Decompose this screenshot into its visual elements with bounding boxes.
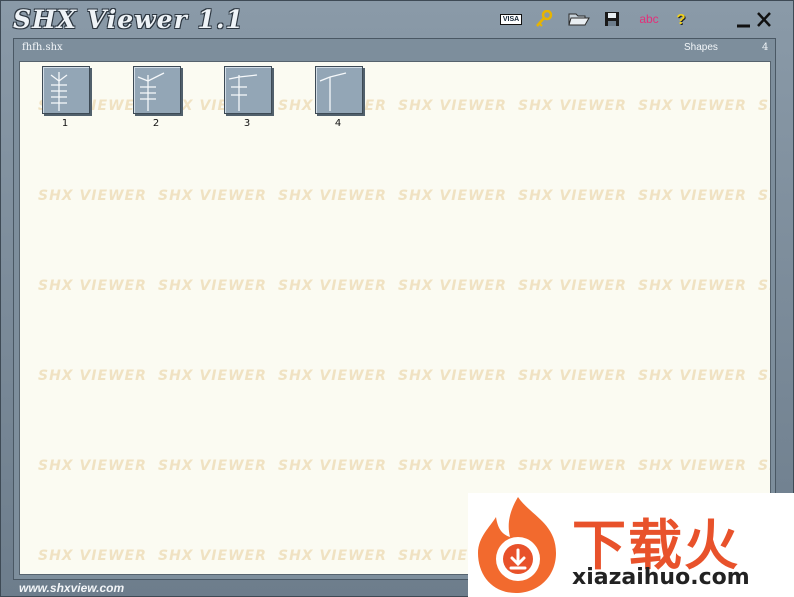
watermark-text: SHX VIEWER xyxy=(518,368,627,384)
minimize-button[interactable] xyxy=(735,9,753,29)
app-title: SHX Viewer 1.1 xyxy=(13,5,244,34)
watermark-text: SHX VIEWER xyxy=(38,188,147,204)
shape-thumbnail-3[interactable]: 3 xyxy=(224,66,274,130)
key-icon[interactable] xyxy=(533,9,555,29)
shape-number: 2 xyxy=(152,118,160,129)
watermark-text: SHX VIEWER xyxy=(518,458,627,474)
shapes-label: Shapes xyxy=(684,42,718,53)
watermark-text: SHX VIEWER xyxy=(758,98,770,114)
save-icon[interactable] xyxy=(601,9,623,29)
watermark-text: SHX VIEWER xyxy=(518,278,627,294)
watermark-text: SHX VIEWER xyxy=(278,458,387,474)
watermark-text: SHX VIEWER xyxy=(638,458,747,474)
shape-preview[interactable] xyxy=(224,66,272,114)
shape-number: 3 xyxy=(243,118,251,129)
help-icon[interactable]: ? xyxy=(671,9,691,29)
watermark-text: SHX VIEWER xyxy=(158,278,267,294)
watermark-text: SHX VIEWER xyxy=(758,368,770,384)
abc-icon-label: abc xyxy=(639,12,659,26)
shape-preview[interactable] xyxy=(133,66,181,114)
overlay-banner: 下载火 xiazaihuo.com xyxy=(468,493,794,597)
shape-preview[interactable] xyxy=(42,66,90,114)
footer-url[interactable]: www.shxview.com xyxy=(19,581,124,595)
watermark-text: SHX VIEWER xyxy=(398,98,507,114)
watermark-text: SHX VIEWER xyxy=(758,458,770,474)
watermark-text: SHX VIEWER xyxy=(518,188,627,204)
brand-url: xiazaihuo.com xyxy=(572,565,750,590)
watermark-text: SHX VIEWER xyxy=(158,548,267,564)
flame-logo-icon xyxy=(478,497,556,593)
watermark-text: SHX VIEWER xyxy=(638,98,747,114)
shape-thumbnail-2[interactable]: 2 xyxy=(133,66,183,130)
shape-number: 1 xyxy=(61,118,69,129)
file-info-bar: fhfh.shx Shapes 4 xyxy=(22,41,769,57)
watermark-text: SHX VIEWER xyxy=(38,368,147,384)
watermark-text: SHX VIEWER xyxy=(278,278,387,294)
watermark-text: SHX VIEWER xyxy=(758,278,770,294)
file-name: fhfh.shx xyxy=(22,42,63,53)
watermark-text: SHX VIEWER xyxy=(638,188,747,204)
visa-icon-label: VISA xyxy=(499,13,523,25)
watermark-text: SHX VIEWER xyxy=(158,458,267,474)
watermark-text: SHX VIEWER xyxy=(278,548,387,564)
watermark-text: SHX VIEWER xyxy=(158,188,267,204)
watermark-text: SHX VIEWER xyxy=(278,368,387,384)
watermark-text: SHX VIEWER xyxy=(278,188,387,204)
help-icon-label: ? xyxy=(676,10,686,28)
watermark-text: SHX VIEWER xyxy=(758,188,770,204)
watermark-text: SHX VIEWER xyxy=(398,188,507,204)
watermark-text: SHX VIEWER xyxy=(398,458,507,474)
visa-icon[interactable]: VISA xyxy=(497,9,525,29)
watermark-text: SHX VIEWER xyxy=(638,278,747,294)
abc-icon[interactable]: abc xyxy=(635,9,663,29)
watermark-text: SHX VIEWER xyxy=(38,278,147,294)
shape-thumbnail-4[interactable]: 4 xyxy=(315,66,365,130)
watermark-text: SHX VIEWER xyxy=(398,278,507,294)
shape-thumbnail-1[interactable]: 1 xyxy=(42,66,92,130)
watermark-text: SHX VIEWER xyxy=(158,368,267,384)
watermark-text: SHX VIEWER xyxy=(518,98,627,114)
watermark-text: SHX VIEWER xyxy=(38,548,147,564)
shapes-count: 4 xyxy=(762,42,769,53)
shape-preview[interactable] xyxy=(315,66,363,114)
shape-number: 4 xyxy=(334,118,342,129)
open-folder-icon[interactable] xyxy=(567,9,591,29)
watermark-text: SHX VIEWER xyxy=(398,368,507,384)
watermark-text: SHX VIEWER xyxy=(38,458,147,474)
watermark-text: SHX VIEWER xyxy=(638,368,747,384)
close-button[interactable] xyxy=(755,9,773,29)
